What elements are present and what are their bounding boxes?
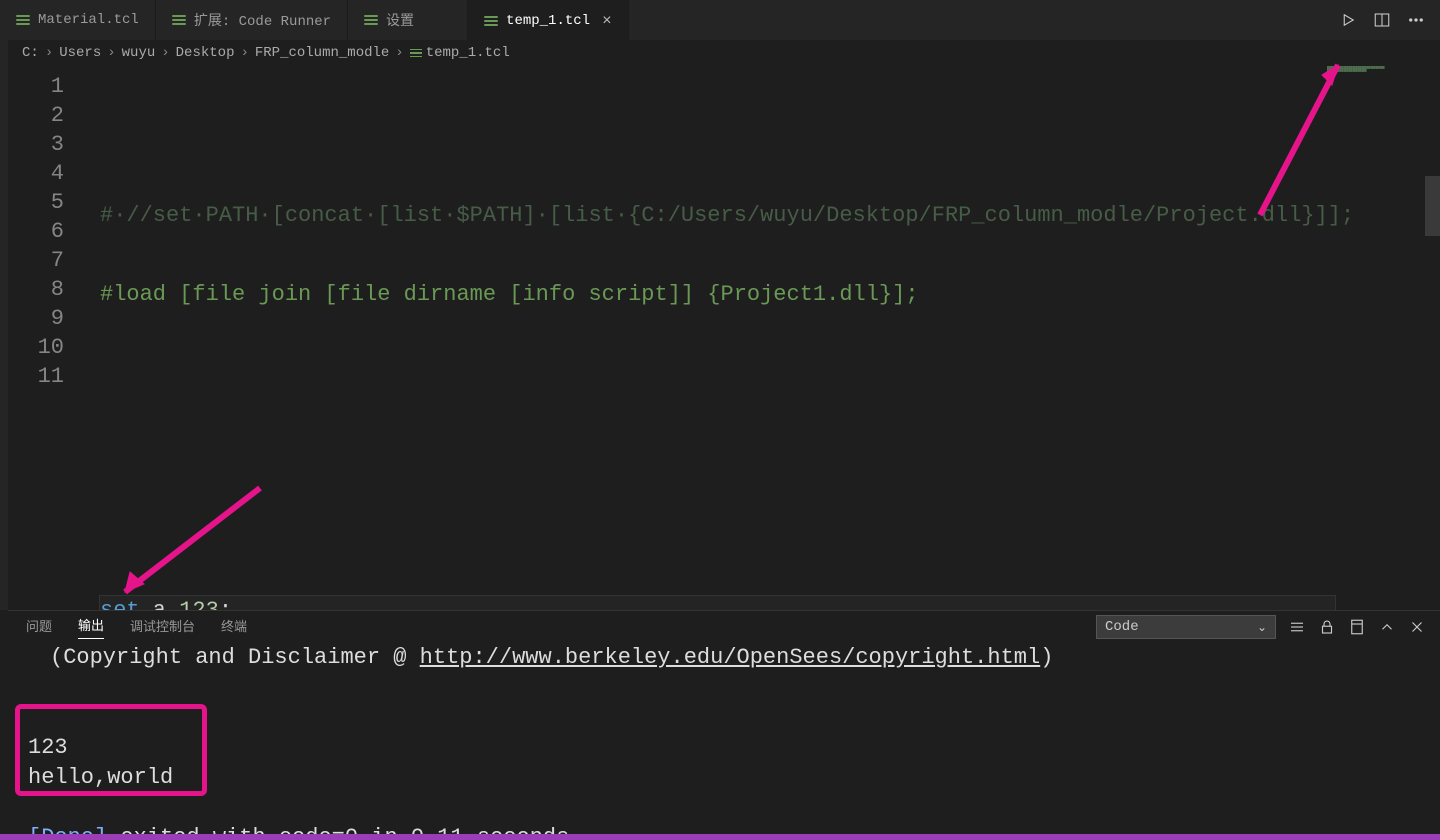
run-icon[interactable] [1338,10,1358,30]
tab-bar: Material.tcl 扩展: Code Runner 设置 temp_1.t… [0,0,1440,40]
tab-label: 设置 [386,10,414,30]
breadcrumb-seg[interactable]: wuyu [122,45,156,61]
panel-tab-output[interactable]: 输出 [78,615,104,639]
tcl-file-icon [484,14,498,28]
line-gutter: 123 456 789 1011 [8,66,78,391]
lock-icon[interactable] [1318,618,1336,636]
scrollbar-thumb[interactable] [1425,176,1440,236]
tab-material[interactable]: Material.tcl [0,0,156,40]
output-link[interactable]: http://www.berkeley.edu/OpenSees/copyrig… [420,645,1041,670]
breadcrumb-seg[interactable]: C: [22,45,39,61]
list-icon[interactable] [1288,618,1306,636]
panel-tab-terminal[interactable]: 终端 [221,616,247,639]
minimap[interactable]: ████████████████████████████████ ███████… [1327,66,1422,78]
output-line: hello,world [28,763,1420,793]
annotation-highlight-output [15,704,207,796]
output-text: (Copyright and Disclaimer @ [50,645,420,670]
breadcrumb[interactable]: C:› Users› wuyu› Desktop› FRP_column_mod… [0,40,1440,66]
breadcrumb-seg[interactable]: FRP_column_modle [255,45,389,61]
panel-tab-problems[interactable]: 问题 [26,616,52,639]
panel-tab-debug[interactable]: 调试控制台 [130,616,195,639]
output-body[interactable]: (Copyright and Disclaimer @ http://www.b… [28,643,1420,840]
tab-temp1-active[interactable]: temp_1.tcl × [468,0,629,40]
breadcrumb-seg[interactable]: Users [59,45,101,61]
close-icon[interactable]: × [602,13,612,29]
chevron-up-icon[interactable] [1378,618,1396,636]
chevron-down-icon: ⌄ [1257,620,1267,635]
output-line: 123 [28,733,1420,763]
panel-actions: Code ⌄ [1096,611,1426,643]
breadcrumb-seg[interactable]: Desktop [176,45,235,61]
status-bar [0,834,1440,840]
clear-icon[interactable] [1348,618,1366,636]
vertical-scrollbar[interactable] [1425,66,1440,604]
output-text: ) [1040,645,1053,670]
settings-icon [364,13,378,27]
close-icon[interactable] [1408,618,1426,636]
breadcrumb-seg[interactable]: temp_1.tcl [426,45,510,61]
tab-label: 扩展: Code Runner [194,10,331,30]
code-editor[interactable]: 123 456 789 1011 #·//set·PATH·[concat·[l… [8,66,1440,610]
tab-coderunner-ext[interactable]: 扩展: Code Runner [156,0,348,40]
activity-bar-stub [0,40,8,610]
more-icon[interactable] [1406,10,1426,30]
panel-tabs: 问题 输出 调试控制台 终端 Code ⌄ [8,611,1440,643]
code-comment: #·//set·PATH·[concat·[list·$PATH]·[list·… [100,203,1354,228]
select-value: Code [1105,619,1139,635]
tcl-file-icon [16,13,30,27]
tcl-file-icon [410,47,422,59]
output-channel-select[interactable]: Code ⌄ [1096,615,1276,639]
bottom-panel: 问题 输出 调试控制台 终端 Code ⌄ (Copyright and Dis… [8,610,1440,840]
code-comment: #load [file join [file dirname [info scr… [100,282,919,307]
tab-settings[interactable]: 设置 [348,0,468,40]
tab-label: temp_1.tcl [506,13,590,29]
split-editor-icon[interactable] [1372,10,1392,30]
extension-icon [172,13,186,27]
tab-actions [1324,0,1440,40]
tab-label: Material.tcl [38,12,139,28]
